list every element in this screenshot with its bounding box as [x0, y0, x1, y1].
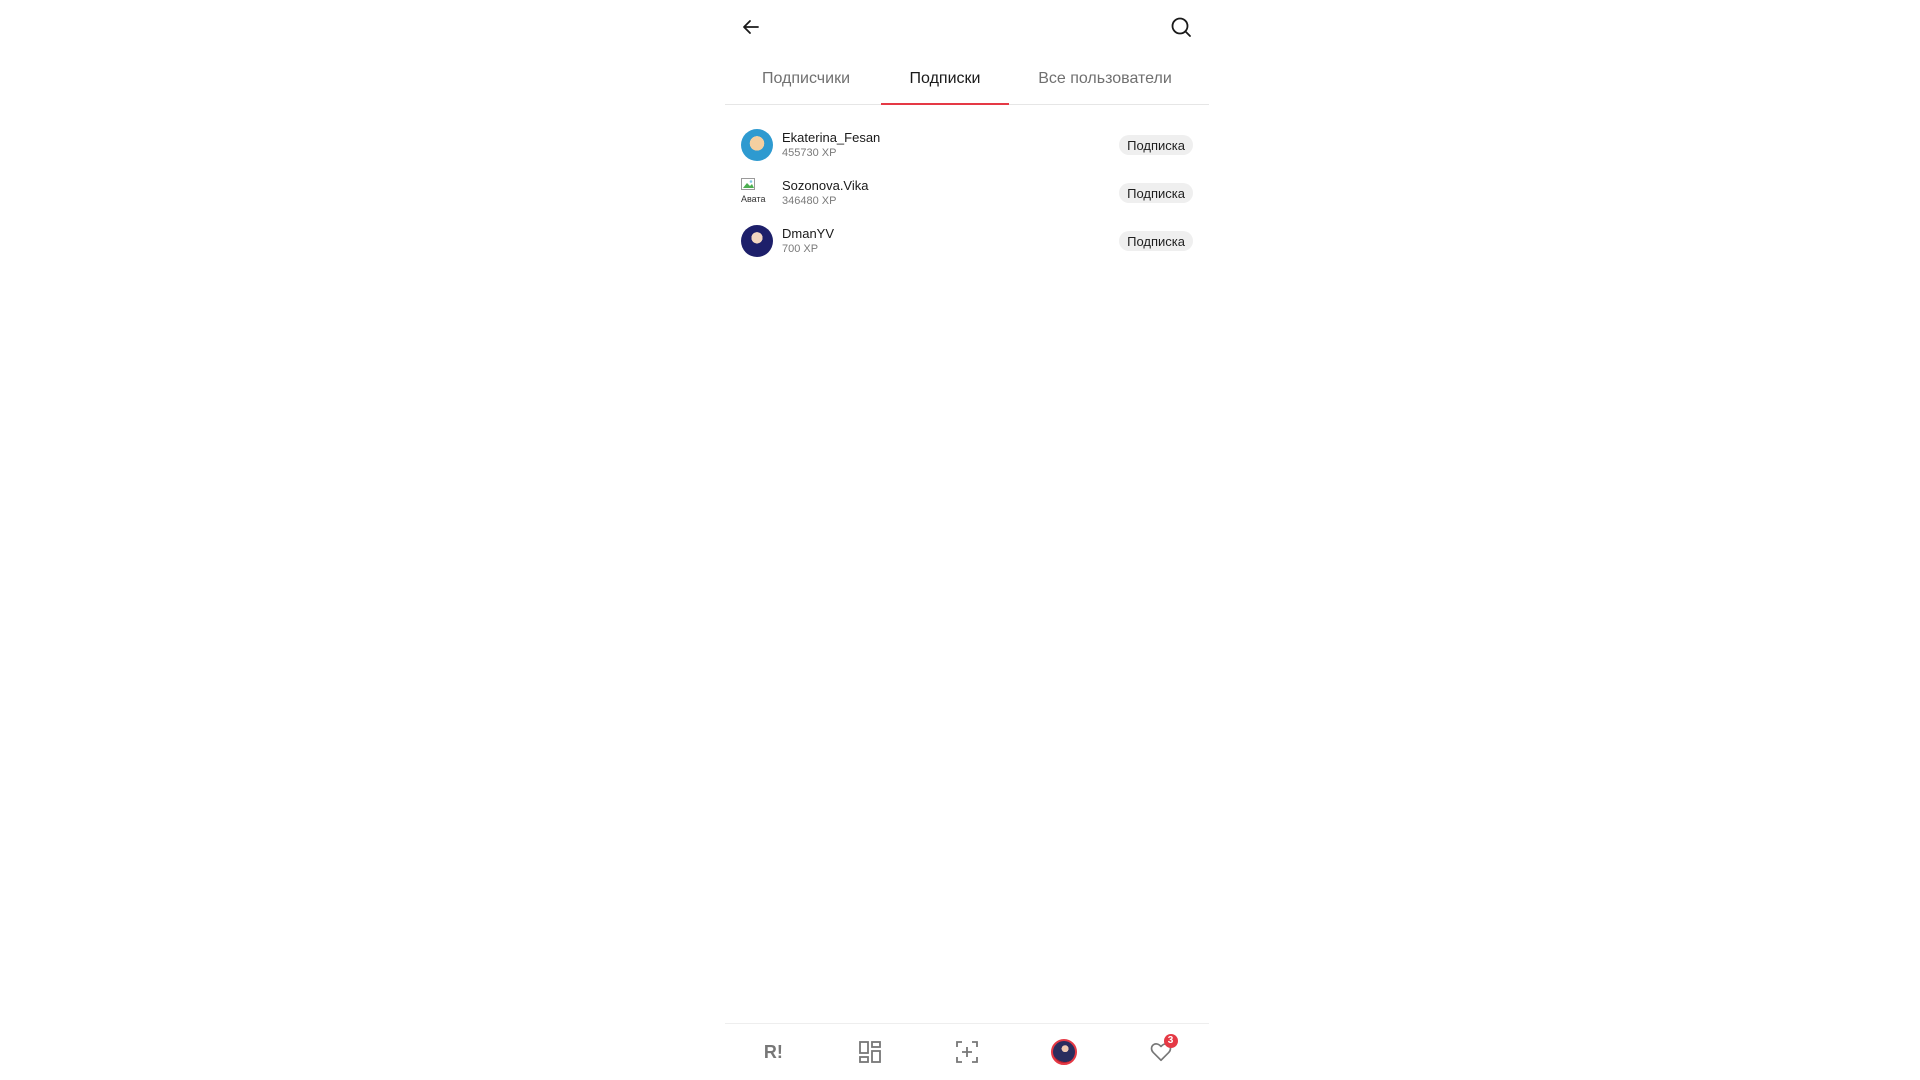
user-xp: 346480 XP: [782, 195, 837, 207]
tab-all-users[interactable]: Все пользователи: [1019, 54, 1191, 104]
logo-text: R!: [763, 1041, 783, 1062]
user-xp: 455730 XP: [782, 147, 837, 159]
grid-icon: [859, 1041, 882, 1063]
nav-profile[interactable]: [1044, 1032, 1084, 1072]
user-xp: 700 XP: [782, 243, 819, 255]
notification-badge: 3: [1163, 1034, 1178, 1048]
back-arrow-icon[interactable]: [737, 13, 765, 41]
top-bar: [725, 0, 1209, 54]
nav-feed[interactable]: [850, 1032, 890, 1072]
nav-home-logo[interactable]: R!: [753, 1032, 793, 1072]
list-item[interactable]: Авата Sozonova.Vika 346480 XP Подписка: [725, 169, 1209, 217]
tab-followers[interactable]: Подписчики: [741, 54, 871, 104]
user-name[interactable]: Sozonova.Vika: [782, 178, 869, 194]
user-info: Sozonova.Vika 346480 XP: [782, 178, 869, 208]
broken-image-icon: [741, 178, 755, 190]
app-screen: Подписчики Подписки Все пользователи Eka…: [725, 0, 1209, 1080]
subscription-button[interactable]: Подписка: [1119, 183, 1193, 203]
nav-notifications[interactable]: 3: [1141, 1032, 1181, 1072]
avatar[interactable]: [741, 129, 773, 161]
user-name[interactable]: Ekaterina_Fesan: [782, 130, 880, 146]
tab-following[interactable]: Подписки: [881, 54, 1009, 105]
tabs-bar: Подписчики Подписки Все пользователи: [725, 54, 1209, 105]
user-info: DmanYV 700 XP: [782, 226, 834, 256]
user-list: Ekaterina_Fesan 455730 XP Подписка Авата…: [725, 105, 1209, 265]
user-name[interactable]: DmanYV: [782, 226, 834, 242]
bottom-navigation: R! 3: [725, 1023, 1209, 1080]
profile-avatar: [1050, 1039, 1077, 1065]
list-item[interactable]: DmanYV 700 XP Подписка: [725, 217, 1209, 265]
subscription-button[interactable]: Подписка: [1119, 135, 1193, 155]
list-item[interactable]: Ekaterina_Fesan 455730 XP Подписка: [725, 121, 1209, 169]
avatar[interactable]: [741, 225, 773, 257]
nav-add-post[interactable]: [947, 1032, 987, 1072]
user-info: Ekaterina_Fesan 455730 XP: [782, 130, 880, 160]
avatar[interactable]: Авата: [741, 177, 773, 209]
add-frame-icon: [956, 1041, 978, 1063]
avatar-alt-text: Авата: [741, 194, 766, 204]
subscription-button[interactable]: Подписка: [1119, 231, 1193, 251]
search-icon[interactable]: [1167, 13, 1195, 41]
